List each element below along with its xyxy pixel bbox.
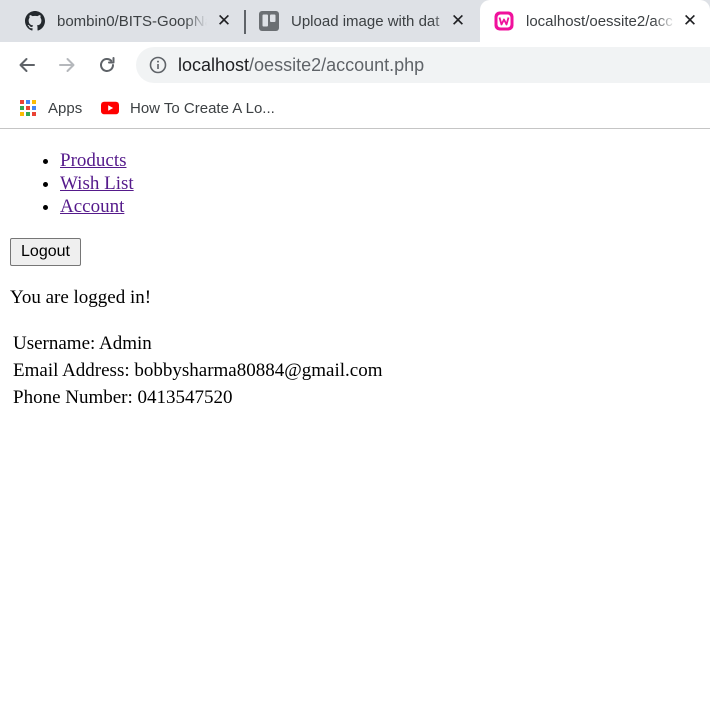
page-content: Products Wish List Account Logout You ar… bbox=[0, 130, 710, 715]
wampserver-icon bbox=[494, 11, 514, 31]
bookmark-label: Apps bbox=[48, 99, 83, 117]
tab-localhost-active[interactable]: localhost/oessite2/acc ✕ bbox=[480, 0, 710, 42]
username-row: Username: Admin bbox=[13, 333, 152, 354]
youtube-icon bbox=[101, 99, 119, 117]
email-row: Email Address: bobbysharma80884@gmail.co… bbox=[13, 360, 383, 381]
back-arrow-icon[interactable] bbox=[10, 48, 44, 82]
url-host: localhost bbox=[178, 55, 250, 75]
apps-grid-icon bbox=[19, 99, 37, 117]
tab-title: Upload image with dat bbox=[291, 12, 440, 30]
info-icon[interactable] bbox=[148, 55, 168, 75]
bookmark-how-to-create[interactable]: How To Create A Lo... bbox=[101, 96, 275, 120]
bookmarks-bar: Apps How To Create A Lo... bbox=[0, 88, 710, 129]
url-path: /oessite2/account.php bbox=[249, 55, 425, 75]
bookmark-label: How To Create A Lo... bbox=[130, 99, 275, 117]
phone-row: Phone Number: 0413547520 bbox=[13, 387, 233, 408]
url-text: localhost/oessite2/account.php bbox=[178, 55, 424, 75]
nav-item-wish-list: Wish List bbox=[60, 172, 134, 195]
nav-item-account: Account bbox=[60, 195, 134, 218]
forward-arrow-icon[interactable] bbox=[50, 48, 84, 82]
wish-list-link[interactable]: Wish List bbox=[60, 173, 134, 194]
tab-trello[interactable]: Upload image with dat ✕ bbox=[246, 0, 478, 42]
close-tab-icon[interactable]: ✕ bbox=[214, 11, 234, 31]
account-link[interactable]: Account bbox=[60, 196, 124, 217]
products-link[interactable]: Products bbox=[60, 150, 127, 171]
account-info: Username: Admin Email Address: bobbyshar… bbox=[13, 330, 382, 411]
nav-item-products: Products bbox=[60, 149, 134, 172]
logout-button[interactable]: Logout bbox=[10, 238, 81, 266]
login-status-text: You are logged in! bbox=[10, 287, 152, 308]
site-nav: Products Wish List Account bbox=[39, 149, 134, 218]
tab-title: bombin0/BITS-GoopNa bbox=[57, 12, 207, 30]
tab-strip: bombin0/BITS-GoopNa ✕ Upload image with … bbox=[0, 0, 710, 42]
github-icon bbox=[25, 11, 45, 31]
close-tab-icon[interactable]: ✕ bbox=[448, 11, 468, 31]
trello-icon bbox=[259, 11, 279, 31]
tab-github[interactable]: bombin0/BITS-GoopNa ✕ bbox=[0, 0, 244, 42]
address-bar[interactable]: localhost/oessite2/account.php bbox=[136, 47, 710, 83]
bookmark-apps[interactable]: Apps bbox=[19, 96, 82, 120]
tab-title: localhost/oessite2/acc bbox=[526, 12, 673, 30]
close-tab-icon[interactable]: ✕ bbox=[680, 11, 700, 31]
browser-toolbar: localhost/oessite2/account.php bbox=[0, 42, 710, 88]
reload-icon[interactable] bbox=[90, 48, 124, 82]
